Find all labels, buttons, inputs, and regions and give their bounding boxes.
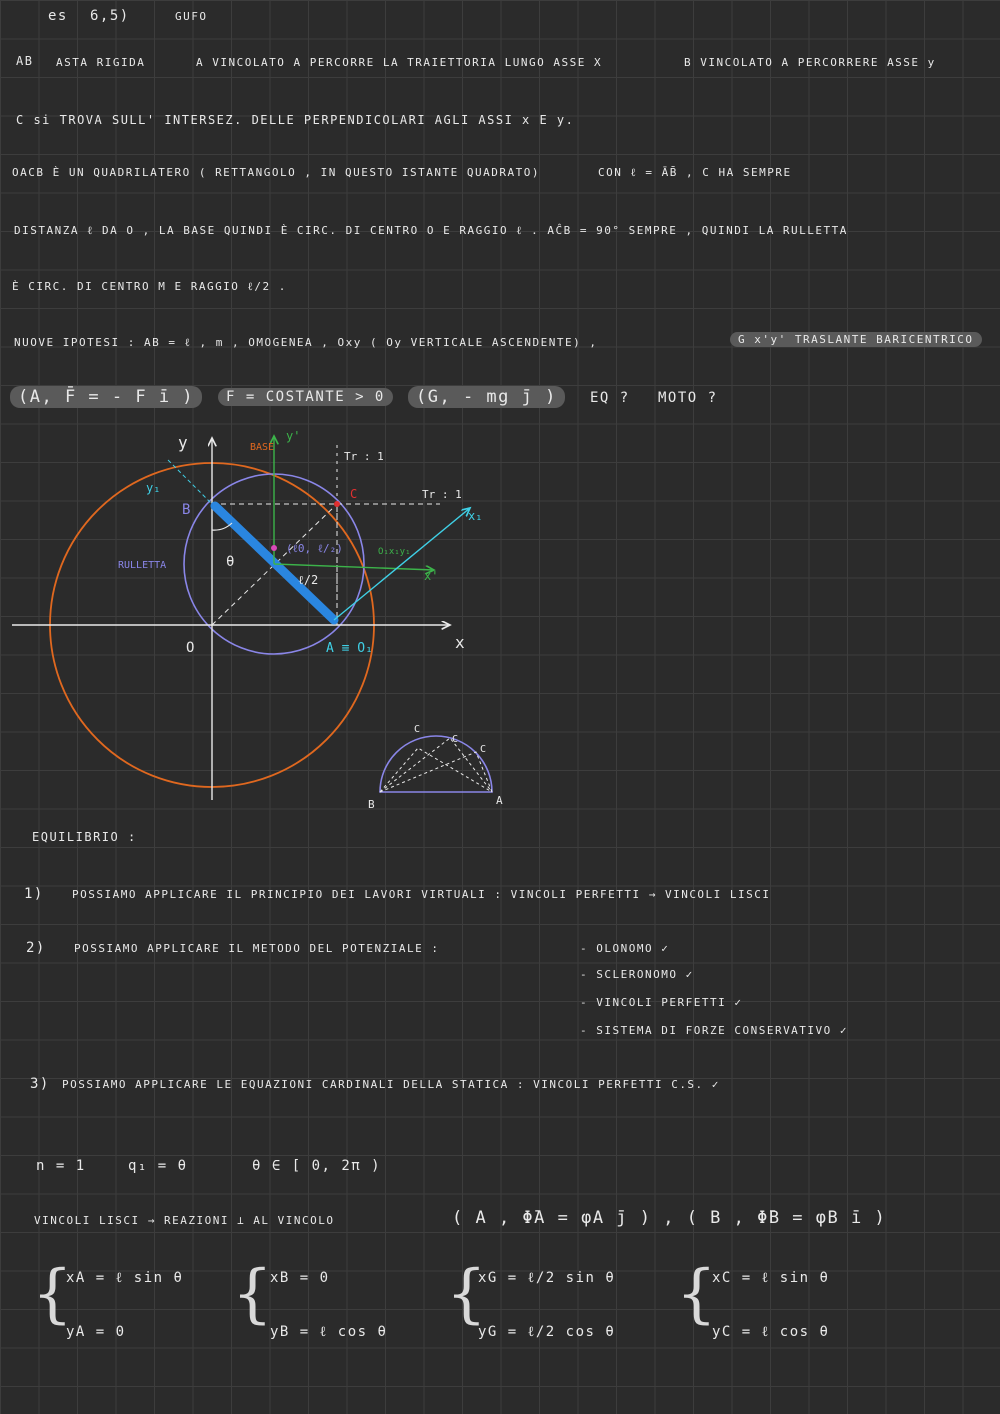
theta-range: θ ∈ [ 0, 2π ): [252, 1158, 382, 1174]
eq-ya: yA = 0: [66, 1324, 126, 1340]
label-tr1: Tr : 1: [344, 450, 384, 463]
brace-b: {: [232, 1257, 273, 1331]
mini-triangle-2: [379, 737, 493, 793]
eq-yb: yB = ℓ cos θ: [270, 1324, 388, 1340]
label-y1: y₁: [146, 481, 160, 495]
label-m: (ℓ0, ℓ/₂): [286, 542, 343, 555]
label-half-length: ℓ/2: [298, 573, 318, 587]
label-base: BASE: [250, 442, 274, 453]
mini-label-c3: C: [480, 744, 486, 755]
dof-count: n = 1: [36, 1158, 86, 1174]
mechanism-diagram: y x O B A ≡ O₁ θ RULLETTA BASE y' x' y₁ …: [12, 429, 503, 811]
eq-yc: yC = ℓ cos θ: [712, 1324, 830, 1340]
check-conservative: - SISTEMA DI FORZE CONSERVATIVO ✓: [580, 1024, 849, 1037]
item2-number: 2): [26, 940, 46, 956]
mini-label-b: B: [368, 798, 375, 811]
check-perfect-constraints: - VINCOLI PERFETTI ✓: [580, 996, 743, 1009]
eq-xc: xC = ℓ sin θ: [712, 1270, 830, 1286]
mini-label-c2: C: [452, 734, 458, 745]
label-o1x1y1: O₁x₁y₁: [378, 547, 411, 557]
reaction-forces: ( A , Φ̄A = φA j̄ ) , ( B , Φ̄B = φB ī ): [452, 1208, 887, 1228]
label-x-prime: x': [424, 569, 438, 583]
point-m: [271, 545, 277, 551]
item1-number: 1): [24, 886, 44, 902]
label-y: y: [178, 433, 188, 452]
mini-label-c1: C: [414, 724, 420, 735]
mini-semicircle: [379, 735, 493, 793]
label-x1: x₁: [468, 509, 482, 523]
check-scleronomic: - SCLERONOMO ✓: [580, 968, 694, 981]
item1-text: POSSIAMO APPLICARE IL PRINCIPIO DEI LAVO…: [72, 888, 771, 901]
dashed-y1: [167, 459, 213, 505]
label-o: O: [186, 640, 194, 656]
item3-text: POSSIAMO APPLICARE LE EQUAZIONI CARDINAL…: [62, 1078, 720, 1091]
eq-xa: xA = ℓ sin θ: [66, 1270, 184, 1286]
label-y-prime: y': [286, 429, 300, 443]
eq-xb: xB = 0: [270, 1270, 330, 1286]
label-rulletta: RULLETTA: [118, 560, 166, 571]
label-a: A ≡ O₁: [326, 641, 373, 656]
label-b: B: [182, 502, 190, 518]
equilibrium-title: EQUILIBRIO :: [32, 830, 137, 844]
label-c: C: [350, 487, 357, 501]
brace-c: {: [676, 1257, 717, 1331]
label-theta: θ: [226, 554, 234, 570]
smooth-constraints: VINCOLI LISCI → REAZIONI ⊥ AL VINCOLO: [34, 1214, 335, 1227]
check-holonomic: - OLONOMO ✓: [580, 942, 670, 955]
item3-number: 3): [30, 1076, 50, 1092]
item2-text: POSSIAMO APPLICARE IL METODO DEL POTENZI…: [74, 942, 440, 955]
point-c: [334, 501, 340, 507]
eq-xg: xG = ℓ/2 sin θ: [478, 1270, 616, 1286]
label-x: x: [455, 633, 465, 652]
x-prime-axis: [273, 563, 434, 570]
label-tr2: Tr : 1: [422, 488, 462, 501]
eq-yg: yG = ℓ/2 cos θ: [478, 1324, 616, 1340]
lagrangian-coordinate: q₁ = θ: [128, 1158, 188, 1174]
mini-label-a: A: [496, 794, 503, 807]
